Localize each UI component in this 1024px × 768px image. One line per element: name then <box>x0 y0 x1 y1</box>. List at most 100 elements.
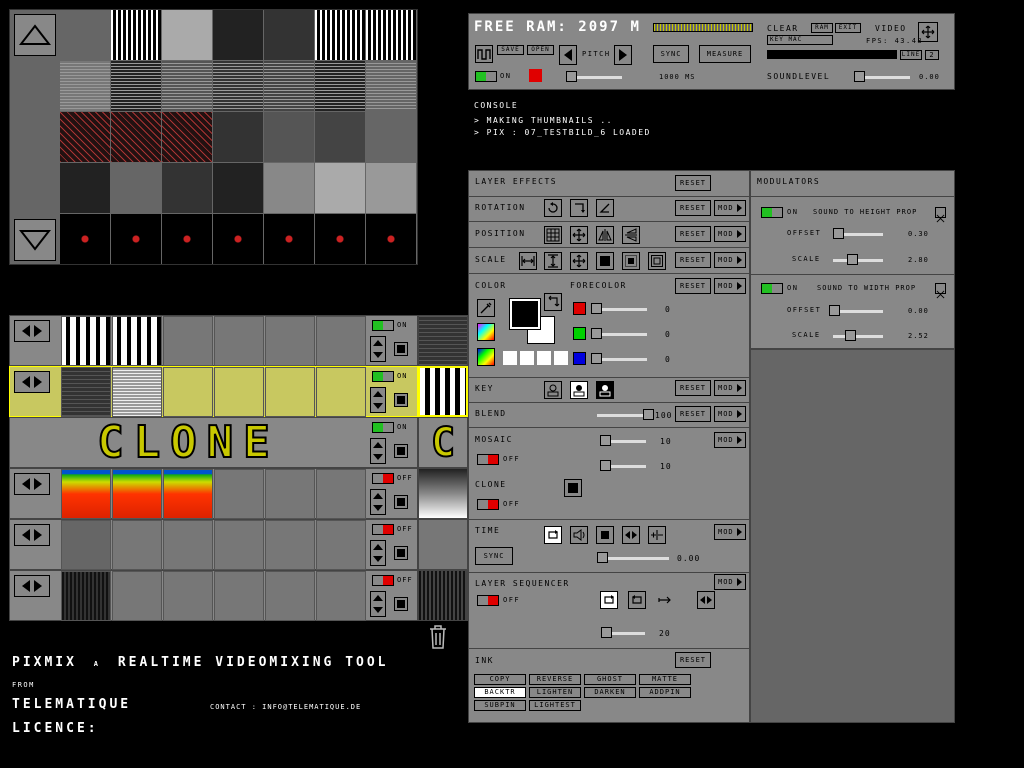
library-thumbnail[interactable] <box>60 112 110 162</box>
soundlevel-slider-knob[interactable] <box>854 71 865 82</box>
line-button[interactable]: LINE <box>900 50 922 60</box>
blue-slider[interactable] <box>591 353 647 364</box>
layer-cell[interactable] <box>163 520 213 570</box>
ink-backtr-button[interactable]: BACKTR <box>474 687 526 698</box>
mosaic-x-slider[interactable] <box>600 435 646 446</box>
layer-cell[interactable] <box>61 520 111 570</box>
key-mac-button[interactable]: KEY MAC <box>767 35 833 45</box>
mosaic-mod-button[interactable]: MOD <box>714 432 746 448</box>
library-thumbnail[interactable] <box>264 10 314 60</box>
layer-cell[interactable] <box>265 367 315 417</box>
position-reset-button[interactable]: RESET <box>675 226 711 242</box>
layer-updown-button[interactable] <box>370 387 386 413</box>
library-thumbnail[interactable] <box>264 163 314 213</box>
layer-cell[interactable] <box>112 571 162 621</box>
ms-slider[interactable] <box>566 71 622 82</box>
modulator-2-scale-knob[interactable] <box>845 330 856 341</box>
layer-cell[interactable] <box>61 316 111 366</box>
layer-cell[interactable] <box>214 316 264 366</box>
pitch-down-button[interactable] <box>559 45 577 65</box>
ink-copy-button[interactable]: COPY <box>474 674 526 685</box>
clone-square-button[interactable] <box>564 479 582 497</box>
soundlevel-slider[interactable] <box>854 71 910 82</box>
library-thumbnail[interactable] <box>111 10 161 60</box>
time-plusminus-button[interactable] <box>648 526 666 544</box>
swap-colors-button[interactable] <box>544 293 562 311</box>
modulator-1-offset-slider[interactable] <box>833 228 883 239</box>
mosaic-toggle[interactable] <box>477 454 499 465</box>
layer-shift-button[interactable] <box>14 320 50 342</box>
library-thumbnail[interactable] <box>111 61 161 111</box>
layer-cell[interactable] <box>316 520 366 570</box>
library-thumbnail[interactable] <box>111 112 161 162</box>
library-thumbnail[interactable] <box>366 112 416 162</box>
library-thumbnail[interactable] <box>60 214 110 264</box>
layer-cell[interactable] <box>265 469 315 519</box>
measure-button[interactable]: MEASURE <box>699 45 751 63</box>
layer-toggle[interactable] <box>372 422 394 433</box>
layer-solo-button[interactable] <box>394 597 408 611</box>
layer-cell[interactable] <box>112 520 162 570</box>
time-slider[interactable] <box>597 552 669 563</box>
library-thumbnail[interactable] <box>111 163 161 213</box>
library-thumbnail[interactable] <box>315 61 365 111</box>
green-slider[interactable] <box>591 328 647 339</box>
library-thumbnail[interactable] <box>162 112 212 162</box>
mosaic-x-slider-knob[interactable] <box>600 435 611 446</box>
modulator-1-offset-knob[interactable] <box>833 228 844 239</box>
palette-button[interactable] <box>477 323 495 341</box>
layer-solo-button[interactable] <box>394 546 408 560</box>
library-thumbnail[interactable] <box>213 214 263 264</box>
line-value[interactable]: 2 <box>925 50 939 60</box>
library-thumbnail[interactable] <box>264 112 314 162</box>
reset-button[interactable]: RESET <box>675 175 711 191</box>
library-thumbnail[interactable] <box>60 61 110 111</box>
blend-reset-button[interactable]: RESET <box>675 406 711 422</box>
modulator-2-scale-slider[interactable] <box>833 330 883 341</box>
position-move-button[interactable] <box>570 226 588 244</box>
layer-solo-button[interactable] <box>394 444 408 458</box>
rotate-ccw-button[interactable] <box>544 199 562 217</box>
library-thumbnail[interactable] <box>162 61 212 111</box>
rotation-mod-button[interactable]: MOD <box>714 200 746 216</box>
library-thumbnail[interactable] <box>213 61 263 111</box>
layer-cell[interactable] <box>316 367 366 417</box>
color-presets[interactable] <box>503 351 568 365</box>
scale-fit-button[interactable] <box>622 252 640 270</box>
exit-button[interactable]: EXIT <box>835 23 861 33</box>
layer-cell[interactable] <box>265 316 315 366</box>
color-mod-button[interactable]: MOD <box>714 278 746 294</box>
ink-reset-button[interactable]: RESET <box>675 652 711 668</box>
layer-toggle[interactable] <box>372 524 394 535</box>
trash-button[interactable] <box>428 624 448 650</box>
layer-updown-button[interactable] <box>370 591 386 617</box>
key-mode-3-button[interactable] <box>596 381 614 399</box>
scale-width-button[interactable] <box>519 252 537 270</box>
layer-toggle[interactable] <box>372 575 394 586</box>
sequencer-forward-button[interactable] <box>656 591 674 609</box>
library-thumbnail[interactable] <box>366 163 416 213</box>
sequencer-pingpong-button[interactable] <box>628 591 646 609</box>
scale-mod-button[interactable]: MOD <box>714 252 746 268</box>
layer-cell[interactable] <box>112 469 162 519</box>
key-mod-button[interactable]: MOD <box>714 380 746 396</box>
key-reset-button[interactable]: RESET <box>675 380 711 396</box>
rotation-reset-button[interactable]: RESET <box>675 200 711 216</box>
rotate-cw-button[interactable] <box>570 199 588 217</box>
layer-cell[interactable] <box>214 520 264 570</box>
ink-reverse-button[interactable]: REVERSE <box>529 674 581 685</box>
modulator-2-offset-knob[interactable] <box>829 305 840 316</box>
layer-shift-button[interactable] <box>14 371 50 393</box>
scale-fill-button[interactable] <box>596 252 614 270</box>
key-mode-2-button[interactable] <box>570 381 588 399</box>
ink-lightest-button[interactable]: LIGHTEST <box>529 700 581 711</box>
layer-cell[interactable] <box>163 469 213 519</box>
library-thumbnail[interactable] <box>60 163 110 213</box>
layer-solo-button[interactable] <box>394 495 408 509</box>
layer-updown-button[interactable] <box>370 540 386 566</box>
layer-cell[interactable] <box>214 367 264 417</box>
modulator-1-scale-knob[interactable] <box>847 254 858 265</box>
sequencer-direction-button[interactable] <box>697 591 715 609</box>
rotate-free-button[interactable] <box>596 199 614 217</box>
time-stop-button[interactable] <box>596 526 614 544</box>
